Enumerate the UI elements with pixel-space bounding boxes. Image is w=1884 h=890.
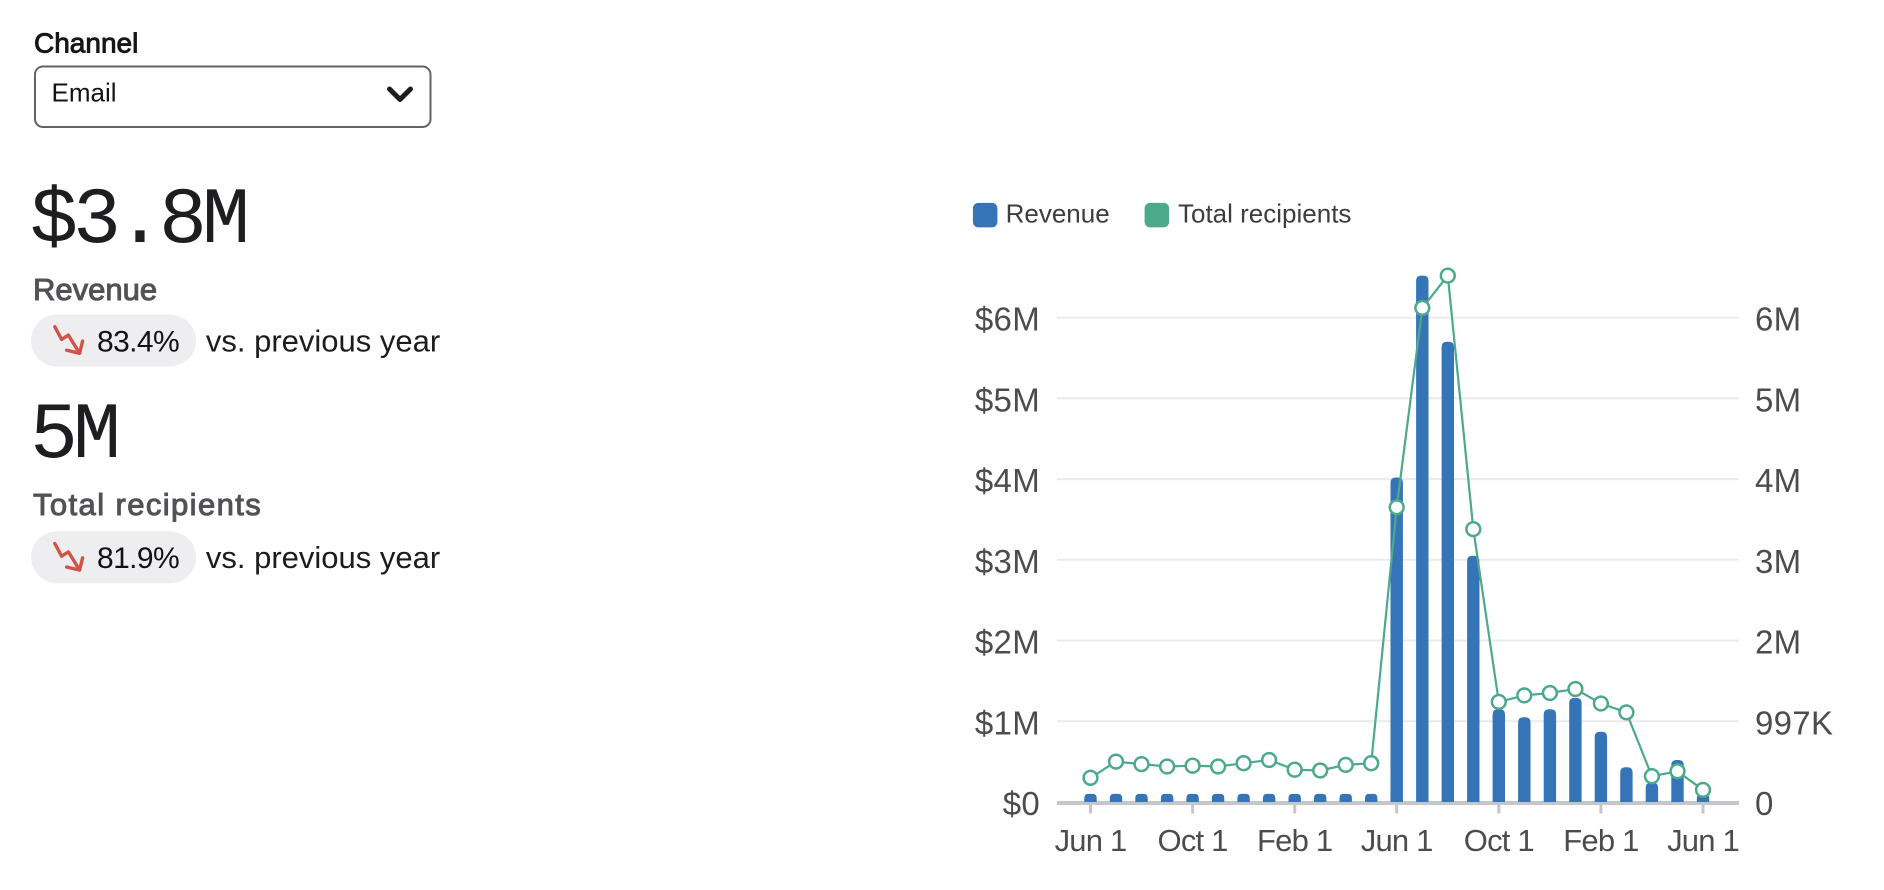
svg-text:4M: 4M	[1755, 462, 1801, 499]
svg-text:997K: 997K	[1755, 704, 1833, 741]
svg-text:Total recipients: Total recipients	[33, 487, 262, 522]
svg-text:Oct 1: Oct 1	[1464, 823, 1534, 858]
svg-text:$4M: $4M	[975, 462, 1040, 499]
svg-text:$1M: $1M	[975, 704, 1040, 741]
svg-text:81.9%: 81.9%	[97, 542, 179, 575]
svg-text:6M: 6M	[1755, 301, 1801, 338]
svg-text:$3.8M: $3.8M	[30, 176, 245, 267]
svg-text:83.4%: 83.4%	[97, 325, 179, 358]
svg-text:$2M: $2M	[975, 624, 1040, 661]
svg-text:Jun 1: Jun 1	[1361, 823, 1433, 858]
svg-text:$5M: $5M	[975, 381, 1040, 418]
svg-text:Jun 1: Jun 1	[1667, 823, 1739, 858]
svg-text:Total recipients: Total recipients	[1178, 199, 1351, 229]
svg-text:2M: 2M	[1755, 624, 1801, 661]
svg-text:vs. previous year: vs. previous year	[206, 323, 440, 358]
svg-text:$3M: $3M	[975, 543, 1040, 580]
svg-text:Jun 1: Jun 1	[1055, 823, 1127, 858]
svg-text:Revenue: Revenue	[33, 272, 157, 307]
svg-text:5M: 5M	[1755, 381, 1801, 418]
svg-text:Revenue: Revenue	[1006, 199, 1110, 229]
svg-text:vs. previous year: vs. previous year	[206, 540, 440, 575]
svg-text:Feb 1: Feb 1	[1563, 823, 1638, 858]
svg-text:$0: $0	[1003, 785, 1040, 822]
svg-text:Email: Email	[52, 78, 117, 108]
svg-text:Oct 1: Oct 1	[1158, 823, 1228, 858]
svg-text:$6M: $6M	[975, 301, 1040, 338]
svg-text:5M: 5M	[30, 391, 116, 482]
svg-text:Channel: Channel	[34, 28, 138, 59]
svg-text:0: 0	[1755, 785, 1774, 822]
svg-text:3M: 3M	[1755, 543, 1801, 580]
svg-text:Feb 1: Feb 1	[1257, 823, 1332, 858]
